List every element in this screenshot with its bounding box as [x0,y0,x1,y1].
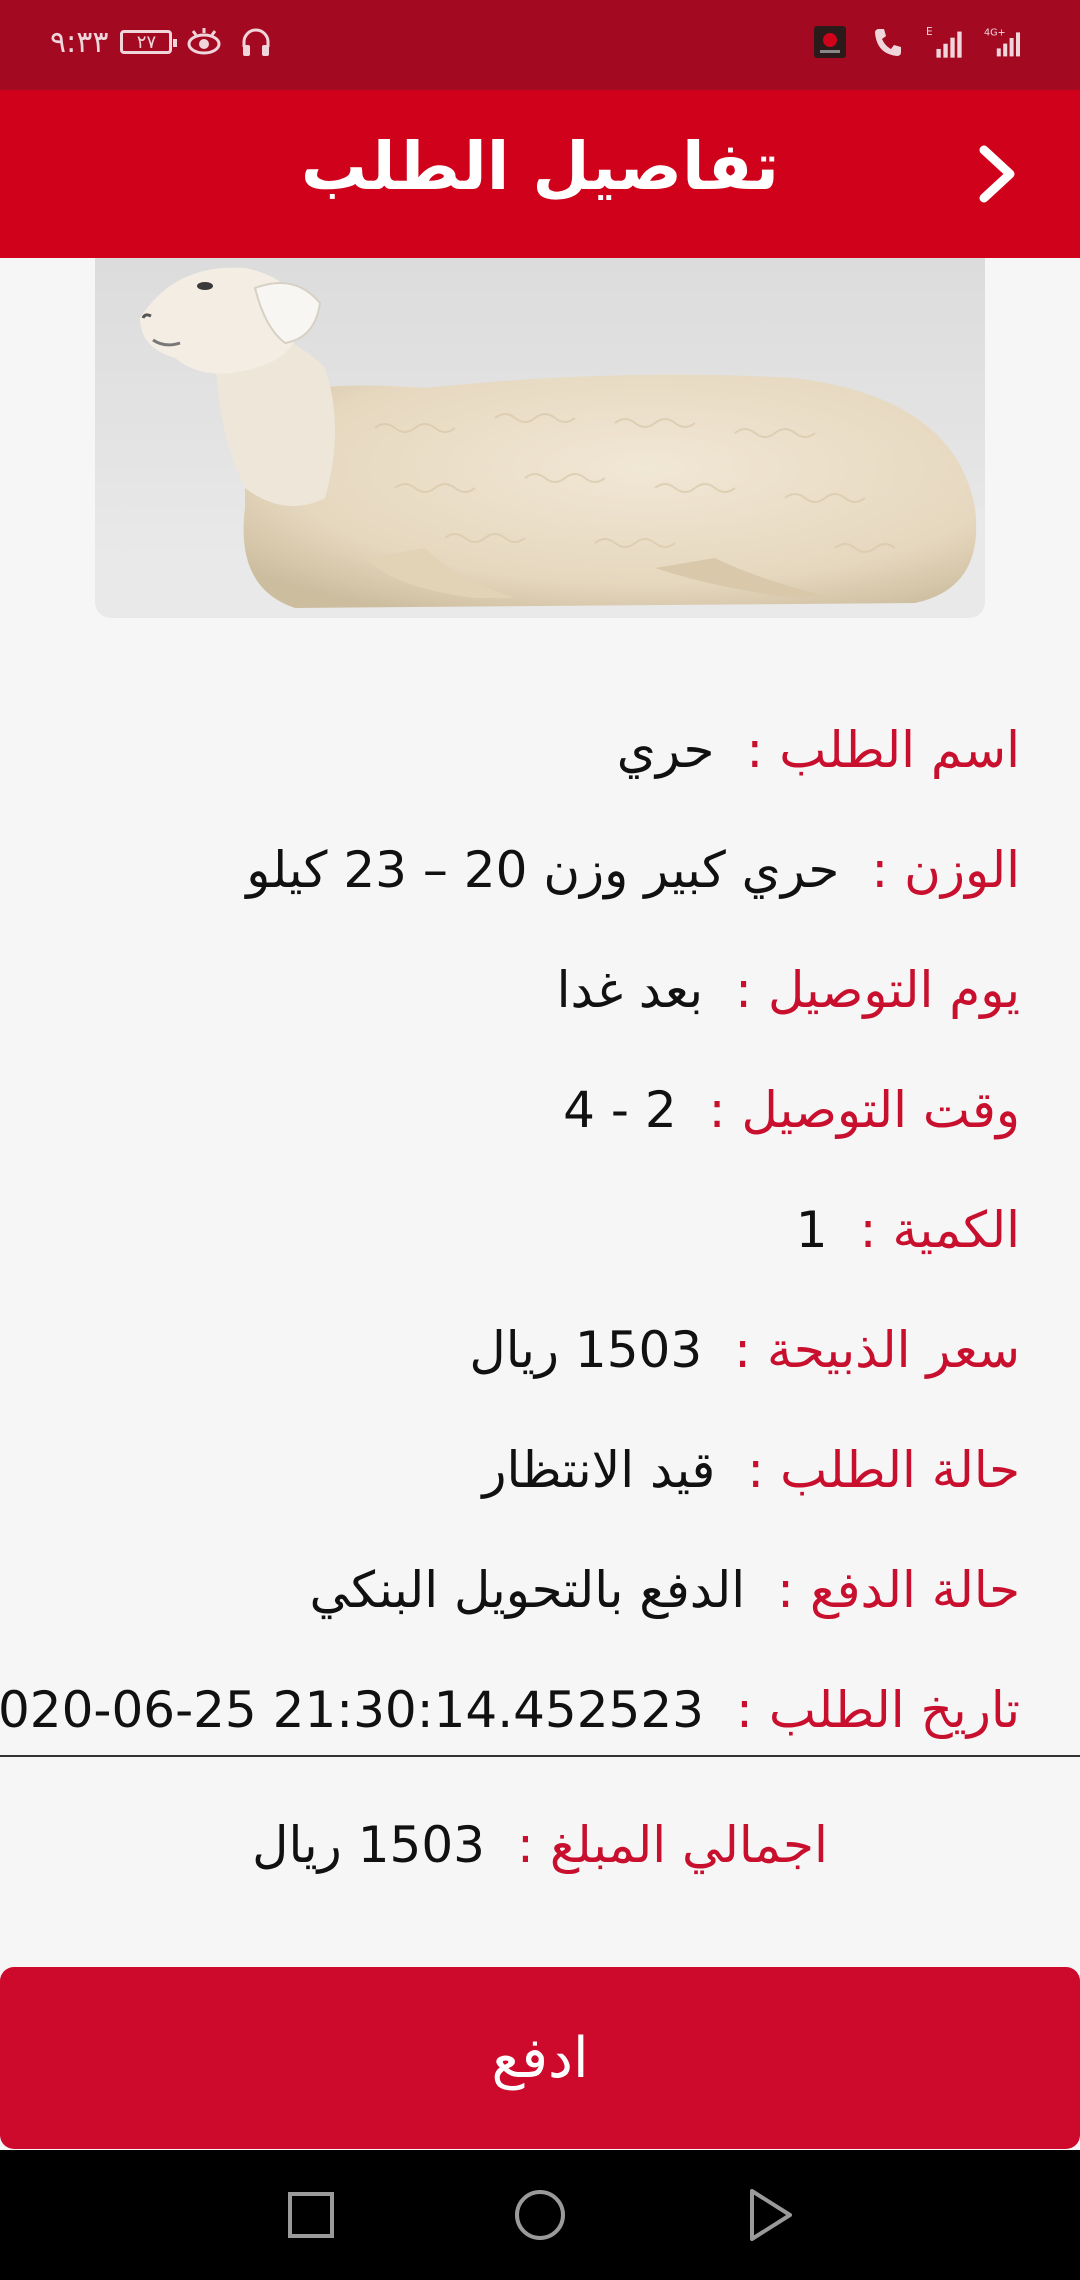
svg-text:E: E [926,26,933,38]
page-title: تفاصيل الطلب [300,128,780,205]
detail-separator: : [734,1321,752,1379]
app-notification-icon [810,22,850,62]
detail-row-order-name: اسم الطلب : حري [30,690,1020,810]
battery-level: ٢٧ [136,31,157,53]
detail-value: بعد غدا [556,961,704,1019]
detail-row-weight: الوزن : حري كبير وزن 20 – 23 كيلو [30,810,1020,930]
app-bar: تفاصيل الطلب [0,90,1080,258]
status-right-group: E 4G+ [810,22,1024,62]
detail-separator: : [747,1441,765,1499]
detail-row-payment-status: حالة الدفع : الدفع بالتحويل البنكي [30,1530,1020,1650]
detail-value: 2 - 4 [563,1081,677,1139]
detail-value: 1503 ريال [469,1321,703,1379]
pay-button-label: ادفع [491,2025,589,2091]
recent-apps-button[interactable] [276,2180,346,2250]
detail-label: حالة الدفع [810,1561,1020,1619]
detail-row-delivery-day: يوم التوصيل : بعد غدا [30,930,1020,1050]
order-details: اسم الطلب : حري الوزن : حري كبير وزن 20 … [0,690,1020,1770]
detail-label: الكمية [892,1201,1020,1259]
status-bar: ٩:٣٣ ٢٧ E 4G+ [0,0,1080,90]
detail-row-order-date: تاريخ الطلب : 2020-06-25 21:30:14.452523 [0,1650,1020,1770]
svg-text:4G+: 4G+ [984,28,1006,39]
signal-4g-icon: 4G+ [984,22,1024,62]
detail-separator: : [746,721,764,779]
chevron-right-icon [979,145,1015,203]
detail-label: اسم الطلب [779,721,1020,779]
status-time: ٩:٣٣ [50,24,109,60]
detail-separator: : [735,1681,753,1739]
detail-row-quantity: الكمية : 1 [30,1170,1020,1290]
detail-value: الدفع بالتحويل البنكي [309,1561,746,1619]
signal-e-icon: E [926,22,966,62]
product-image [95,258,985,618]
nav-back-button[interactable] [735,2180,805,2250]
detail-row-delivery-time: وقت التوصيل : 2 - 4 [30,1050,1020,1170]
status-left-group: ٩:٣٣ ٢٧ [50,22,276,62]
detail-separator: : [777,1561,795,1619]
battery-icon: ٢٧ [120,30,178,54]
detail-row-order-status: حالة الطلب : قيد الانتظار [30,1410,1020,1530]
home-button[interactable] [505,2180,575,2250]
pay-button[interactable]: ادفع [0,1967,1080,2149]
phone-call-icon [868,22,908,62]
detail-label: سعر الذبيحة [767,1321,1020,1379]
navigation-bar [0,2150,1080,2280]
detail-row-price: سعر الذبيحة : 1503 ريال [30,1290,1020,1410]
total-value: 1503 ريال [252,1816,485,1874]
total-row: اجمالي المبلغ : 1503 ريال [0,1800,1080,1890]
detail-value: قيد الانتظار [482,1441,716,1499]
detail-value: حري [616,721,715,779]
detail-value: حري كبير وزن 20 – 23 كيلو [246,841,840,899]
home-icon [515,2190,565,2240]
headphones-icon [236,22,276,62]
back-icon [750,2189,792,2241]
detail-value: 1 [795,1201,828,1259]
detail-separator: : [708,1081,726,1139]
total-label: اجمالي المبلغ [549,1816,828,1874]
recent-apps-icon [288,2192,334,2238]
divider [0,1755,1080,1757]
detail-label: الوزن [904,841,1020,899]
detail-label: حالة الطلب [780,1441,1020,1499]
detail-separator: : [735,961,752,1019]
detail-separator: : [859,1201,877,1259]
detail-value: 2020-06-25 21:30:14.452523 [0,1681,704,1739]
detail-label: وقت التوصيل [741,1081,1021,1139]
detail-separator: : [871,841,889,899]
detail-label: تاريخ الطلب [768,1681,1020,1739]
detail-label: يوم التوصيل [767,961,1020,1019]
eye-icon [184,22,224,62]
back-button[interactable] [962,138,1034,210]
total-separator: : [516,1816,534,1874]
sheep-illustration [95,267,985,618]
